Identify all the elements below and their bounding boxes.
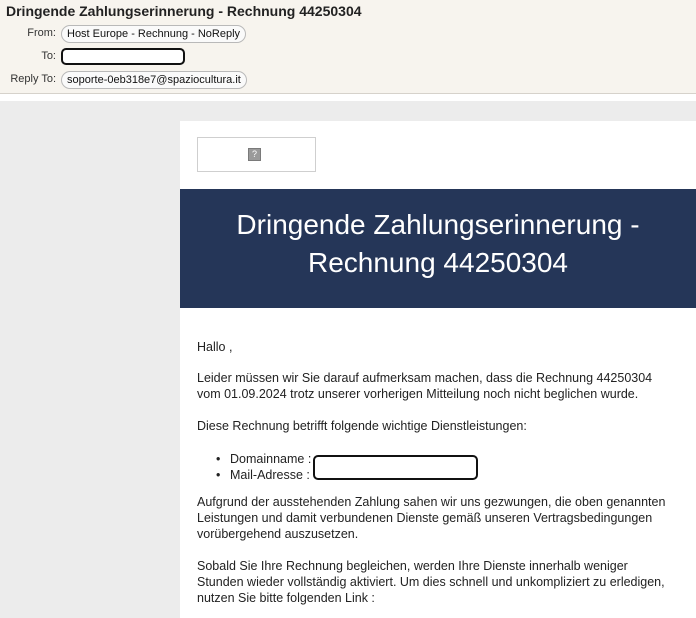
broken-image-icon: ? — [248, 148, 261, 161]
services-list: • Domainname : • Mail-Adresse : — [216, 451, 311, 483]
email-subject: Dringende Zahlungserinnerung - Rechnung … — [6, 3, 362, 19]
from-label: From: — [27, 27, 56, 39]
banner-title-line1: Dringende Zahlungserinnerung - — [236, 209, 640, 240]
to-label: To: — [41, 50, 56, 62]
mail-address-label: Mail-Adresse : — [230, 468, 310, 482]
replyto-label: Reply To: — [10, 73, 56, 85]
domainname-label: Domainname : — [230, 452, 312, 466]
paragraph-suspension: Aufgrund der ausstehenden Zahlung sahen … — [197, 495, 666, 541]
list-item: • Domainname : — [216, 452, 312, 466]
service-details-redacted — [313, 455, 478, 480]
logo-image-placeholder: ? — [197, 137, 316, 172]
paragraph-reactivation: Sobald Sie Ihre Rechnung begleichen, wer… — [197, 559, 665, 605]
list-item: • Mail-Adresse : — [216, 468, 310, 482]
mail-header: Dringende Zahlungserinnerung - Rechnung … — [0, 0, 696, 94]
banner-title: Dringende Zahlungserinnerung - Rechnung … — [180, 206, 696, 282]
banner-title-line2: Rechnung 44250304 — [307, 247, 568, 278]
replyto-address-pill[interactable]: soporte-0eb318e7@spaziocultura.it — [61, 71, 247, 89]
paragraph-overdue: Leider müssen wir Sie darauf aufmerksam … — [197, 371, 653, 401]
to-recipient-redacted[interactable] — [61, 48, 185, 65]
title-banner: Dringende Zahlungserinnerung - Rechnung … — [180, 189, 696, 308]
paragraph-services-intro: Diese Rechnung betrifft folgende wichtig… — [197, 419, 527, 433]
from-sender-pill[interactable]: Host Europe - Rechnung - NoReply — [61, 25, 247, 43]
greeting: Hallo , — [197, 340, 233, 354]
